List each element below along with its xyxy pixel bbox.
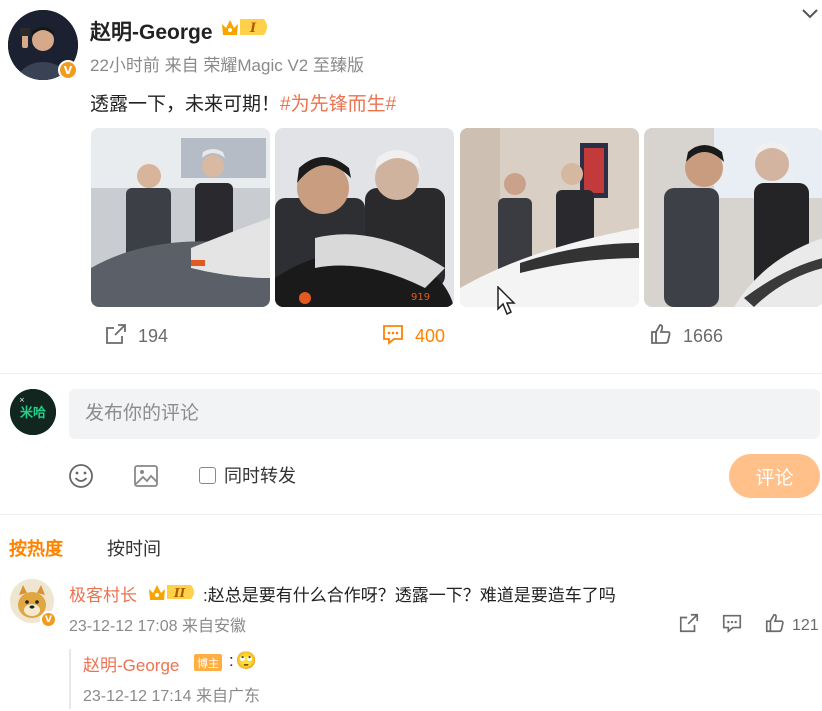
reply-colon: :: [229, 651, 234, 670]
svg-text:919: 919: [411, 292, 430, 303]
thumbs-up-icon: [649, 322, 673, 351]
svg-text:×: ×: [19, 396, 25, 404]
chevron-down-icon[interactable]: [800, 6, 820, 25]
comment-repost-button[interactable]: [678, 612, 700, 639]
svg-text:I: I: [249, 21, 257, 36]
image-upload-icon[interactable]: [132, 462, 160, 495]
comment-like-button[interactable]: 121: [764, 612, 819, 639]
member-crown-icon[interactable]: II: [147, 582, 199, 607]
emoji-icon[interactable]: [67, 462, 95, 495]
current-user-avatar: 米哈 ×: [10, 389, 56, 435]
post-body: 透露一下，未来可期！: [90, 94, 281, 115]
repost-icon: [678, 612, 700, 639]
comment-reply-button[interactable]: [721, 612, 743, 639]
hashtag-link[interactable]: #为先锋而生#: [280, 94, 396, 115]
verified-icon: V: [58, 60, 78, 80]
author-badge: 博主: [194, 654, 222, 671]
reply-text: : 🙄: [229, 651, 257, 671]
post-meta: 22小时前 来自 荣耀Magic V2 至臻版: [90, 51, 364, 76]
svg-text:II: II: [173, 586, 186, 600]
commenter-name[interactable]: 极客村长: [69, 581, 137, 606]
repost-icon: [104, 322, 128, 351]
repost-button[interactable]: 194: [104, 322, 168, 351]
comment-count: 400: [415, 326, 446, 346]
like-button[interactable]: 1666: [649, 322, 723, 351]
post-text: 透露一下，未来可期！#为先锋而生#: [90, 89, 396, 116]
photo-2[interactable]: 919: [275, 128, 454, 307]
comment-input[interactable]: [69, 389, 820, 439]
also-repost-label: 同时转发: [224, 466, 296, 486]
reply-author-name[interactable]: 赵明-George: [83, 651, 179, 676]
post-source: 来自 荣耀Magic V2 至臻版: [164, 56, 364, 75]
svg-text:米哈: 米哈: [20, 405, 46, 421]
divider: [0, 373, 822, 374]
verified-icon: V: [40, 611, 57, 628]
tab-sort-by-time[interactable]: 按时间: [107, 535, 161, 561]
tab-sort-by-hot[interactable]: 按热度: [9, 535, 63, 561]
thumbs-up-icon: [764, 612, 786, 639]
comment-button[interactable]: 400: [381, 322, 445, 351]
author-name[interactable]: 赵明-George: [90, 16, 213, 46]
photo-3[interactable]: [460, 128, 639, 307]
comment-text: :赵总是要有什么合作呀？透露一下？难道是要造车了吗: [203, 586, 616, 605]
repost-count: 194: [138, 326, 169, 346]
mouse-cursor-icon: [497, 285, 517, 321]
reply-thread-line: [69, 649, 71, 709]
also-repost-option[interactable]: 同时转发: [199, 462, 296, 488]
comment-meta: 23-12-12 17:08 来自安徽: [69, 618, 246, 635]
reply-meta: 23-12-12 17:14 来自广东: [83, 688, 260, 705]
post-time[interactable]: 22小时前: [90, 56, 160, 75]
comment-icon: [381, 322, 405, 351]
photo-1[interactable]: [91, 128, 270, 307]
submit-comment-button[interactable]: 评论: [729, 454, 820, 498]
member-crown-icon[interactable]: I: [220, 16, 272, 43]
comment-icon: [721, 612, 743, 639]
rolling-eyes-emoji-icon: 🙄: [235, 651, 257, 671]
divider: [0, 514, 822, 515]
photo-4[interactable]: [644, 128, 822, 307]
comment-like-count: 121: [792, 616, 819, 634]
also-repost-checkbox[interactable]: [199, 466, 216, 484]
like-count: 1666: [683, 326, 724, 346]
